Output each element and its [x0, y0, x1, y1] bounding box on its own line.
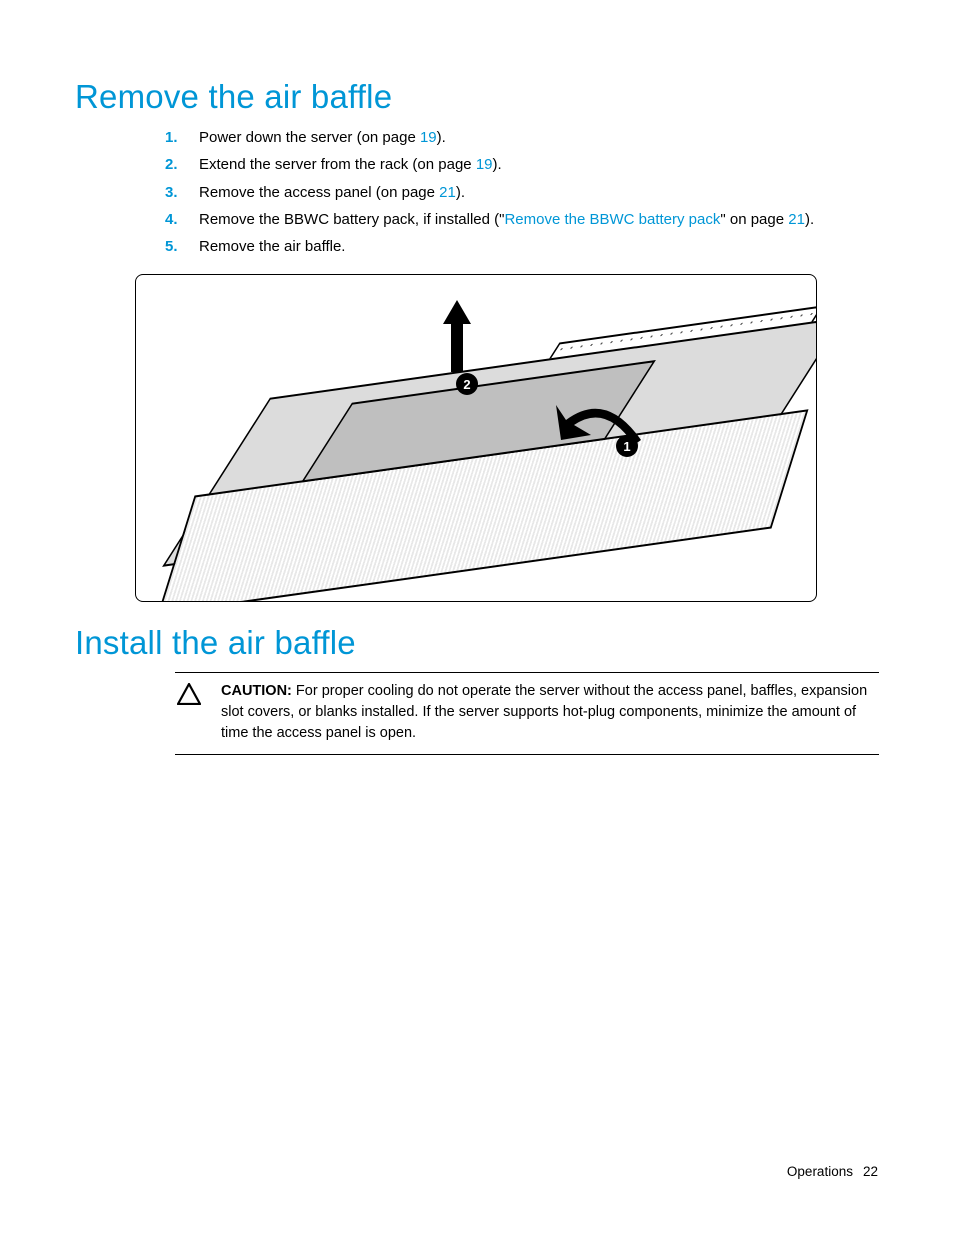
step-text-post: ).	[456, 184, 465, 201]
footer-page-number: 22	[863, 1164, 878, 1179]
step-text-post: ).	[805, 211, 814, 228]
caution-box: CAUTION: For proper cooling do not opera…	[175, 672, 879, 755]
footer-chapter: Operations	[787, 1164, 853, 1179]
step-text-post: ).	[437, 129, 446, 146]
heading-remove-air-baffle: Remove the air baffle	[75, 78, 879, 116]
topic-link[interactable]: Remove the BBWC battery pack	[504, 211, 720, 228]
caution-text: CAUTION: For proper cooling do not opera…	[221, 681, 879, 744]
step-text: Remove the access panel (on page	[199, 184, 439, 201]
caution-triangle-icon	[177, 683, 201, 705]
step-5: Remove the air baffle.	[165, 235, 879, 258]
page-link[interactable]: 19	[476, 156, 493, 173]
page-link[interactable]: 21	[788, 211, 805, 228]
step-text: Power down the server (on page	[199, 129, 420, 146]
step-text: Remove the air baffle.	[199, 238, 345, 255]
page-footer: Operations 22	[787, 1164, 878, 1179]
caution-body: For proper cooling do not operate the se…	[221, 683, 867, 741]
step-1: Power down the server (on page 19).	[165, 126, 879, 149]
step-4: Remove the BBWC battery pack, if install…	[165, 208, 879, 231]
step-text: Extend the server from the rack (on page	[199, 156, 476, 173]
step-2: Extend the server from the rack (on page…	[165, 153, 879, 176]
step-text-post: ).	[493, 156, 502, 173]
caution-label: CAUTION:	[221, 683, 292, 699]
heading-install-air-baffle: Install the air baffle	[75, 624, 879, 662]
page-link[interactable]: 21	[439, 184, 456, 201]
arrow-up-icon	[441, 300, 473, 380]
page-link[interactable]: 19	[420, 129, 437, 146]
step-3: Remove the access panel (on page 21).	[165, 181, 879, 204]
step-text: Remove the BBWC battery pack, if install…	[199, 211, 504, 228]
remove-steps-list: Power down the server (on page 19). Exte…	[165, 126, 879, 258]
air-baffle-diagram: 1 2	[135, 274, 817, 602]
step-text-mid: " on page	[720, 211, 788, 228]
